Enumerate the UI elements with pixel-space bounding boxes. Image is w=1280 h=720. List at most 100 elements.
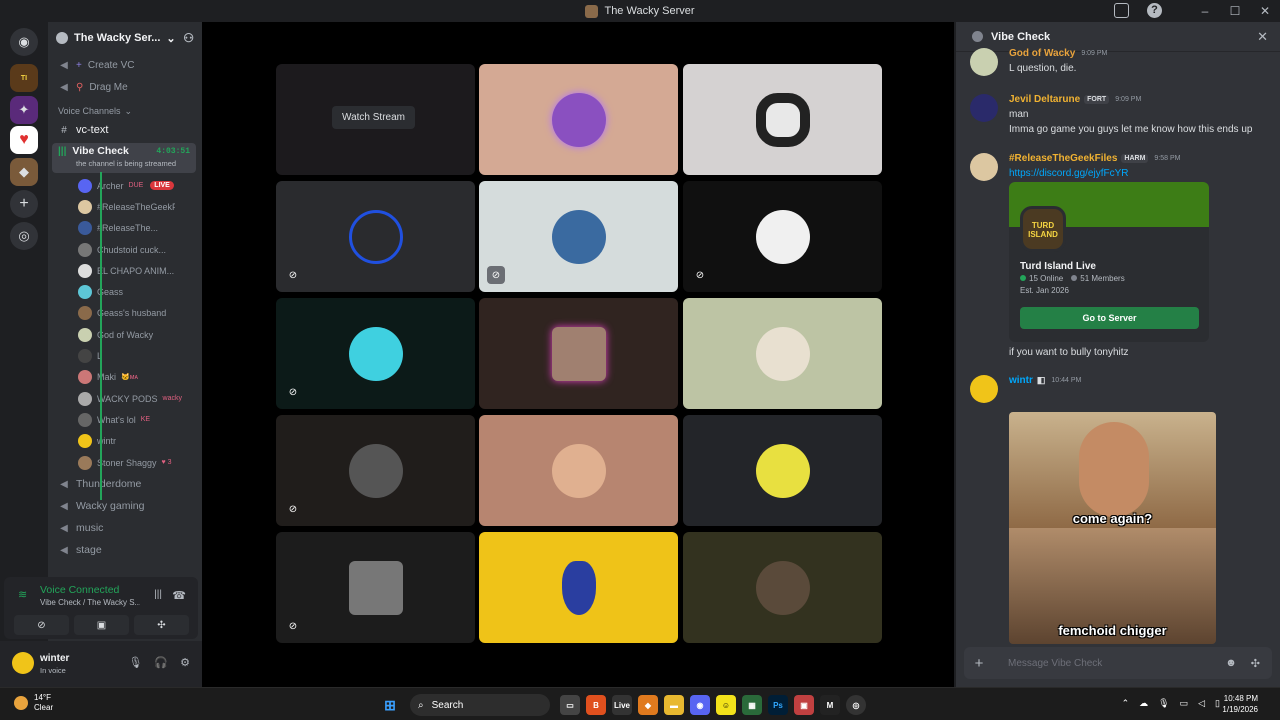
brave-browser-icon[interactable]: B: [586, 695, 606, 715]
channel-thunderdome[interactable]: ◀ Thunderdome: [48, 473, 202, 495]
camera-off-button[interactable]: ⊘: [14, 615, 69, 635]
channel-drag-me[interactable]: ◀ ⚲ Drag Me: [48, 76, 202, 98]
attach-plus-icon[interactable]: +: [964, 655, 994, 672]
invite-link[interactable]: https://discord.gg/ejyfFcYR: [1009, 168, 1129, 179]
disconnect-icon[interactable]: ☎: [172, 589, 186, 602]
file-explorer-icon[interactable]: ▬: [664, 695, 684, 715]
settings-gear-icon[interactable]: ⚙: [180, 656, 190, 669]
microphone-icon[interactable]: 🎙: [128, 656, 142, 669]
inbox-icon[interactable]: [1114, 3, 1129, 18]
voice-member[interactable]: #ReleaseThe...: [48, 218, 202, 239]
channel-vibe-check[interactable]: ||| Vibe Check 4:03:51 the channel is bein…: [52, 143, 196, 173]
participant-tile[interactable]: ⊘: [276, 532, 475, 643]
taskbar-clock[interactable]: 10:48 PM 1/19/2026: [1222, 693, 1258, 715]
participant-tile[interactable]: [479, 415, 678, 526]
participant-tile[interactable]: [683, 532, 882, 643]
avatar[interactable]: [970, 375, 998, 403]
channel-music[interactable]: ◀ music: [48, 517, 202, 539]
avatar[interactable]: [970, 48, 998, 76]
emoji-icon[interactable]: ☻: [1225, 657, 1237, 670]
headphones-icon[interactable]: 🎧: [154, 656, 168, 669]
discord-icon[interactable]: ◉: [690, 695, 710, 715]
server-turd-island-icon[interactable]: TI: [10, 64, 38, 92]
message-author[interactable]: #ReleaseTheGeekFiles: [1009, 153, 1117, 164]
task-view-icon[interactable]: ▭: [560, 695, 580, 715]
start-button[interactable]: ⊞: [380, 695, 400, 715]
apps-icon[interactable]: ✣: [1251, 657, 1260, 670]
close-button[interactable]: ✕: [1250, 4, 1280, 18]
mic-tray-icon[interactable]: 🎙: [1158, 698, 1169, 709]
voice-member[interactable]: EL CHAPO ANIM...: [48, 260, 202, 281]
participant-tile[interactable]: [683, 415, 882, 526]
add-server-icon[interactable]: +: [10, 190, 38, 218]
server-header[interactable]: The Wacky Ser... ⌄ ⚇: [48, 22, 202, 54]
game-icon[interactable]: ▦: [742, 695, 762, 715]
participant-tile[interactable]: ⊘: [276, 298, 475, 409]
discover-icon[interactable]: ◎: [10, 222, 38, 250]
participant-tile[interactable]: ⊘: [683, 181, 882, 292]
browser-icon[interactable]: ◆: [638, 695, 658, 715]
weather-widget[interactable]: 14°F Clear: [14, 693, 53, 713]
photos-icon[interactable]: ▣: [794, 695, 814, 715]
channel-vc-text[interactable]: # vc-text: [48, 119, 202, 141]
voice-location[interactable]: Vibe Check / The Wacky S...: [40, 598, 140, 607]
voice-member[interactable]: Geass: [48, 281, 202, 302]
close-icon[interactable]: ✕: [1257, 29, 1268, 45]
screen-share-button[interactable]: ▣: [74, 615, 129, 635]
avatar[interactable]: [970, 153, 998, 181]
message-author[interactable]: wintr: [1009, 375, 1033, 386]
voice-member[interactable]: Archer DUE LIVE: [48, 175, 202, 196]
m-app-icon[interactable]: M: [820, 695, 840, 715]
voice-member[interactable]: L: [48, 345, 202, 366]
taskbar-search[interactable]: ⌕ Search: [410, 694, 550, 716]
participant-tile[interactable]: [479, 64, 678, 175]
message-author[interactable]: Jevil Deltarune: [1009, 94, 1080, 105]
network-icon[interactable]: ▭: [1180, 698, 1189, 709]
channel-wacky-gaming[interactable]: ◀ Wacky gaming: [48, 495, 202, 517]
volume-icon[interactable]: ◁: [1198, 698, 1205, 709]
participant-tile[interactable]: ⊘: [479, 181, 678, 292]
participant-tile[interactable]: ⊘: [276, 415, 475, 526]
voice-member[interactable]: Maki 🐱ᴍᴀ: [48, 367, 202, 388]
voice-member[interactable]: WACKY PODS wacky: [48, 388, 202, 409]
photoshop-icon[interactable]: Ps: [768, 695, 788, 715]
participant-tile[interactable]: ⊘: [276, 181, 475, 292]
participant-tile[interactable]: [683, 64, 882, 175]
invite-icon[interactable]: ⚇: [183, 31, 194, 45]
snapchat-icon[interactable]: ☺: [716, 695, 736, 715]
chevron-up-icon[interactable]: ⌃: [1122, 698, 1130, 709]
avatar[interactable]: [970, 94, 998, 122]
maximize-button[interactable]: ☐: [1220, 4, 1250, 18]
server-purple-icon[interactable]: ✦: [10, 96, 38, 124]
live-app-icon[interactable]: Live: [612, 695, 632, 715]
voice-member[interactable]: God of Wacky: [48, 324, 202, 345]
voice-member[interactable]: #ReleaseTheGeekFiles: [48, 196, 202, 217]
avatar[interactable]: [12, 652, 34, 674]
discord-home-icon[interactable]: ◉: [10, 28, 38, 56]
message-input[interactable]: Message Vibe Check: [1008, 658, 1102, 669]
noise-suppression-icon[interactable]: |||: [154, 589, 162, 600]
server-wacky-icon[interactable]: ◆: [10, 158, 38, 186]
voice-member[interactable]: Stoner Shaggy ♥ 3: [48, 452, 202, 473]
cloud-icon[interactable]: ☁: [1139, 698, 1148, 709]
activities-button[interactable]: ✣: [134, 615, 189, 635]
meme-image[interactable]: come again? femchoid chigger: [1009, 412, 1216, 644]
channel-create-vc[interactable]: ◀ + Create VC: [48, 54, 202, 76]
channel-stage[interactable]: ◀ stage: [48, 539, 202, 561]
voice-member[interactable]: Geass's husband: [48, 303, 202, 324]
message-author[interactable]: God of Wacky: [1009, 48, 1075, 59]
go-to-server-button[interactable]: Go to Server: [1020, 307, 1199, 329]
participant-tile[interactable]: [479, 532, 678, 643]
stream-tile[interactable]: Watch Stream: [276, 64, 475, 175]
voice-member[interactable]: Chudstoid cuck...: [48, 239, 202, 260]
participant-tile[interactable]: [479, 298, 678, 409]
participant-tile[interactable]: [683, 298, 882, 409]
minimize-button[interactable]: –: [1190, 4, 1220, 18]
voice-member[interactable]: What's lol KE: [48, 409, 202, 430]
voice-member[interactable]: wintr: [48, 431, 202, 452]
battery-icon[interactable]: ▯: [1215, 698, 1220, 709]
server-heart-icon[interactable]: ♥: [10, 126, 38, 154]
help-icon[interactable]: ?: [1147, 3, 1162, 18]
watch-stream-button[interactable]: Watch Stream: [332, 106, 415, 129]
steam-icon[interactable]: ◎: [846, 695, 866, 715]
